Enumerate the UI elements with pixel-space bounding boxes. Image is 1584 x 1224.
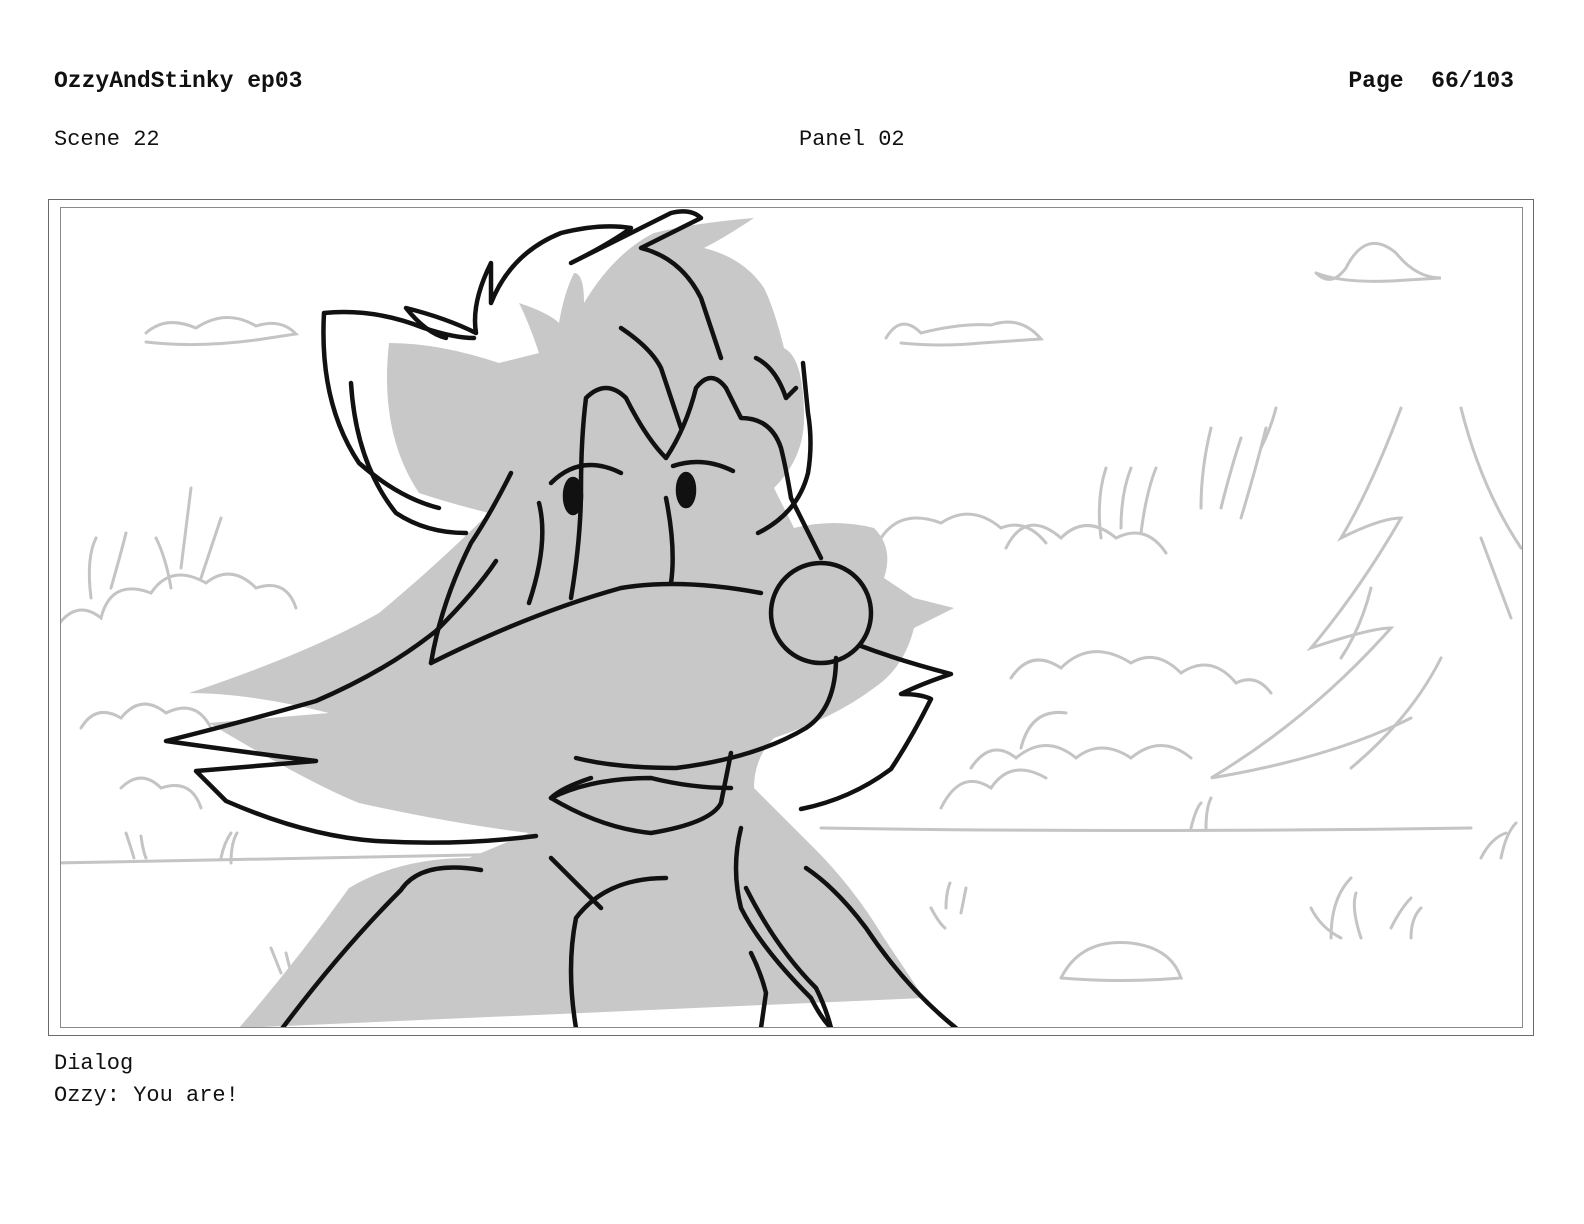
cloud-mid [884, 320, 1045, 347]
page-label: Page [1348, 68, 1404, 94]
dialog-line: Ozzy: You are! [54, 1083, 239, 1108]
page-indicator: Page 66/103 [1348, 67, 1514, 95]
episode-title: OzzyAndStinky ep03 [54, 68, 303, 94]
scene-label: Scene 22 [54, 127, 160, 152]
page-number: 66/103 [1431, 68, 1514, 94]
cloud-right [1314, 242, 1442, 283]
cloud-left [144, 316, 300, 347]
storyboard-panel [60, 207, 1523, 1028]
skunk-character-sketch-icon [61, 209, 1522, 1027]
left-eye [562, 476, 584, 516]
rock [1059, 940, 1184, 982]
dialog-label: Dialog [54, 1051, 134, 1076]
nose [768, 560, 874, 666]
panel-label: Panel 02 [799, 127, 905, 152]
right-eye [675, 471, 697, 509]
